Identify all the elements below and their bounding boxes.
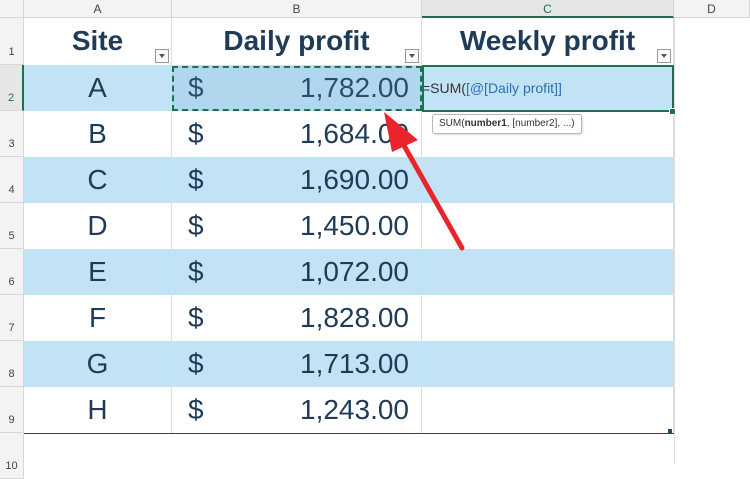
arrow-head [384,112,418,152]
spreadsheet: A B C D 1 2 3 4 5 6 7 8 9 10 Site Daily … [0,0,750,479]
arrow-shaft [399,139,465,251]
annotation-arrow-icon [384,112,465,251]
